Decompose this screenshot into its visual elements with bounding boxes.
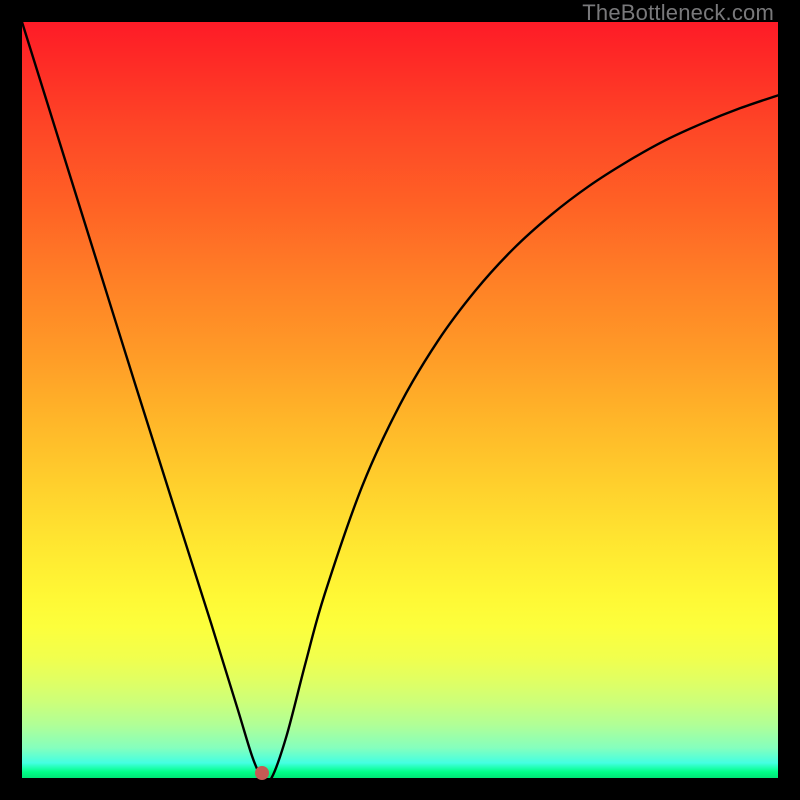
optimum-marker (255, 766, 269, 780)
chart-frame: TheBottleneck.com (0, 0, 800, 800)
bottleneck-curve (22, 22, 778, 778)
plot-area (22, 22, 778, 778)
watermark-text: TheBottleneck.com (582, 0, 774, 26)
